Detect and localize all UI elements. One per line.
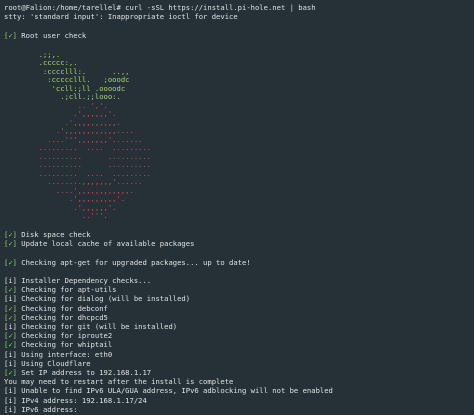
status-line: [i] Using Cloudflare — [4, 359, 474, 368]
status-text: IPv6 address: — [16, 404, 78, 414]
root-check-text: Root user check — [16, 30, 87, 40]
check-mark-icon: [✓] — [4, 331, 17, 341]
status-text: Checking for whiptail — [16, 340, 113, 350]
status-text: Installer Dependency checks... — [16, 276, 152, 286]
info-icon: [i] — [4, 404, 17, 414]
status-text: Checking for iproute2 — [16, 331, 113, 341]
status-line: [✓] Checking for whiptail — [4, 340, 474, 349]
root-check-line: [✓] Root user check — [4, 31, 474, 40]
pihole-ascii-logo: .;;,. .ccccc:,. :cccclll:. ..,, :cccccll… — [4, 50, 474, 221]
disk-update-checks: [✓] Disk space check [✓] Update local cac… — [4, 230, 474, 248]
apt-check-text: Checking apt-get for upgraded packages..… — [16, 257, 251, 267]
logo-leaf-art: .;;,. .ccccc:,. :cccclll:. ..,, :cccccll… — [4, 50, 474, 102]
status-text: Checking for git (will be installed) — [16, 322, 178, 331]
status-line: [i] IPv6 address: — [4, 405, 474, 414]
status-text: Update local cache of available packages — [16, 239, 195, 249]
status-line: [✓] Checking for apt-utils — [4, 285, 474, 294]
status-line: [✓] Checking for iproute2 — [4, 331, 474, 340]
info-icon: [i] — [4, 386, 17, 396]
status-text: Checking for apt-utils — [16, 285, 117, 295]
status-line: [i] Checking for dialog (will be install… — [4, 294, 474, 303]
check-mark-icon: [✓] — [4, 303, 17, 313]
check-mark-icon: [✓] — [4, 340, 17, 350]
check-mark-icon: [✓] — [4, 312, 17, 322]
status-line: [i] Unable to find IPv6 ULA/GUA address,… — [4, 386, 474, 395]
status-line: [✓] Disk space check — [4, 230, 474, 239]
logo-berry-art: .. ','. .',,,,,,'. .',,,,,,,,,,. .',,,,,… — [4, 101, 474, 221]
info-icon: [i] — [4, 294, 17, 304]
status-line: [i] IPv4 address: 192.168.1.17/24 — [4, 396, 474, 405]
status-text: Disk space check — [16, 230, 91, 240]
info-icon: [i] — [4, 395, 17, 405]
status-line: [i] Installer Dependency checks... — [4, 276, 474, 285]
check-mark-icon: [✓] — [4, 257, 17, 267]
status-text: IPv4 address: 192.168.1.17/24 — [16, 395, 147, 405]
info-icon: [i] — [4, 349, 17, 359]
status-text: Checking for debconf — [16, 303, 108, 313]
check-mark-icon: [✓] — [4, 367, 17, 377]
check-mark-icon: [✓] — [4, 239, 17, 249]
status-text: Using Cloudflare — [16, 358, 91, 368]
info-icon: [i] — [4, 322, 17, 331]
status-text: Unable to find IPv6 ULA/GUA address, IPv… — [16, 386, 333, 396]
status-text: Using interface: eth0 — [16, 349, 113, 359]
status-line: [✓] Update local cache of available pack… — [4, 239, 474, 248]
check-mark-icon: [✓] — [4, 230, 17, 240]
info-icon: [i] — [4, 358, 17, 368]
status-line: [i] Checking for git (will be installed) — [4, 322, 474, 331]
status-text: Set IP address to 192.168.1.17 — [16, 367, 152, 377]
logo-line: ..'''. — [4, 211, 108, 221]
status-line: [✓] Checking for dhcpcd5 — [4, 313, 474, 322]
apt-check-line: [✓] Checking apt-get for upgraded packag… — [4, 258, 474, 267]
status-line: [✓] Set IP address to 192.168.1.17 — [4, 368, 474, 377]
check-mark-icon: [✓] — [4, 285, 17, 295]
status-line: [i] Using interface: eth0 — [4, 350, 474, 359]
network-checks: [i] Unable to find IPv6 ULA/GUA address,… — [4, 386, 474, 414]
terminal-window[interactable]: root@Falion:/home/tarellel# curl -sSL ht… — [0, 0, 474, 415]
check-mark-icon: [✓] — [4, 30, 17, 40]
stty-warning: stty: 'standard input': Inappropriate io… — [4, 12, 238, 22]
command-line: root@Falion:/home/tarellel# curl -sSL ht… — [4, 3, 316, 12]
status-line: [✓] Checking for debconf — [4, 304, 474, 313]
dependency-checks: [i] Installer Dependency checks... [✓] Ch… — [4, 276, 474, 377]
restart-note: You may need to restart after the instal… — [4, 377, 234, 387]
status-text: Checking for dhcpcd5 — [16, 312, 108, 322]
status-text: Checking for dialog (will be installed) — [16, 294, 191, 304]
info-icon: [i] — [4, 276, 17, 286]
